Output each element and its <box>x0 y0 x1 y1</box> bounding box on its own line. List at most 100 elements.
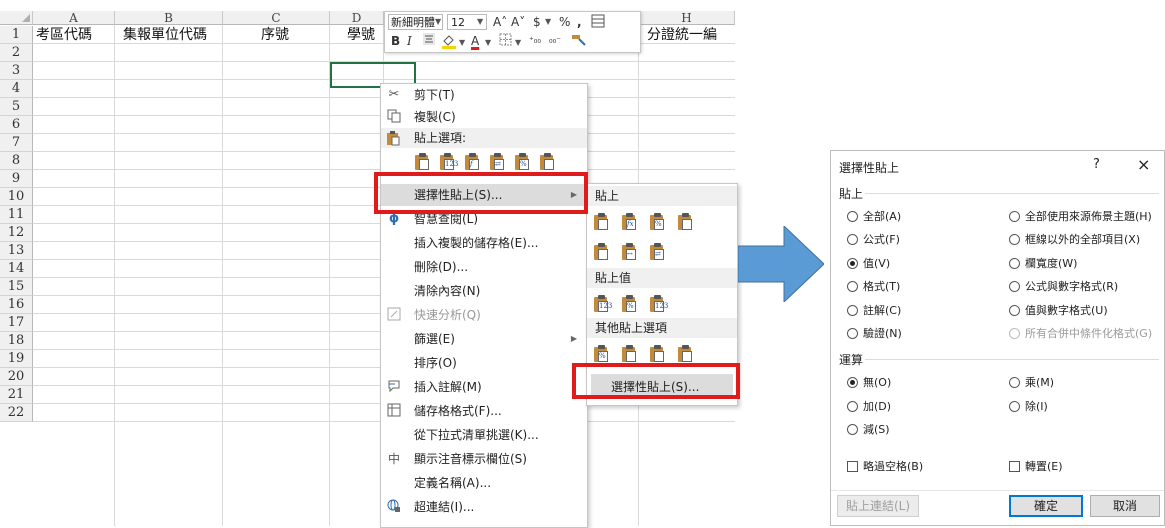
paste-formulas-icon[interactable]: f <box>464 152 480 170</box>
sub-values-source-format-icon[interactable]: 123 <box>649 294 668 312</box>
sub-paste-transpose-icon[interactable]: ⇄ <box>649 242 665 260</box>
cell-a1[interactable]: 考區代碼 <box>33 26 115 44</box>
row-header[interactable]: 4 <box>0 80 33 98</box>
menu-item-hyperlink[interactable]: 超連結(I)... <box>381 496 587 518</box>
bold-icon[interactable]: B <box>391 33 400 49</box>
sub-values-number-format-icon[interactable]: % <box>621 294 637 312</box>
italic-icon[interactable]: I <box>407 33 412 49</box>
menu-item-phonetic[interactable]: 中 顯示注音標示欄位(S) <box>381 448 587 470</box>
font-color-dropdown-icon[interactable]: ▼ <box>485 35 491 51</box>
border-dropdown-icon[interactable]: ▼ <box>515 35 521 51</box>
comma-icon[interactable]: , <box>577 14 582 30</box>
select-all-corner[interactable] <box>0 11 33 25</box>
paste-values-icon[interactable]: 123 <box>439 152 458 170</box>
grow-font-icon[interactable]: A˄ <box>493 14 507 30</box>
fill-color-icon[interactable] <box>441 33 457 53</box>
arrow-right-icon <box>738 226 824 302</box>
menu-item-clear[interactable]: 清除內容(N) <box>381 280 587 302</box>
format-painter-icon[interactable] <box>571 33 587 51</box>
row-header[interactable]: 18 <box>0 332 33 350</box>
row-header[interactable]: 12 <box>0 224 33 242</box>
menu-item-define-name[interactable]: 定義名稱(A)... <box>381 472 587 494</box>
dialog-title: 選擇性貼上 <box>839 161 900 175</box>
sub-picture-icon[interactable] <box>649 344 665 362</box>
row-header[interactable]: 7 <box>0 134 33 152</box>
row-header[interactable]: 17 <box>0 314 33 332</box>
menu-item-insert-comment[interactable]: 插入註解(M) <box>381 376 587 398</box>
currency-dropdown-icon[interactable]: ▼ <box>545 14 551 30</box>
menu-item-format-cells[interactable]: 儲存格格式(F)... <box>381 400 587 422</box>
row-header[interactable]: 1 <box>0 26 33 44</box>
row-header[interactable]: 3 <box>0 62 33 80</box>
align-center-icon[interactable] <box>423 33 435 49</box>
size-dropdown-icon[interactable]: ▼ <box>477 14 483 30</box>
menu-item-quick-analysis[interactable]: 快速分析(Q) <box>381 304 587 326</box>
column-gridline <box>114 25 115 526</box>
help-button[interactable]: ? <box>1093 157 1100 172</box>
fill-dropdown-icon[interactable]: ▼ <box>459 35 465 51</box>
paste-formatting-icon[interactable]: % <box>514 152 530 170</box>
format-table-icon[interactable] <box>591 14 605 32</box>
row-header[interactable]: 21 <box>0 386 33 404</box>
column-gridline <box>222 25 223 526</box>
shrink-font-icon[interactable]: A˅ <box>511 14 525 30</box>
row-header[interactable]: 16 <box>0 296 33 314</box>
cell-h1[interactable]: 分證統一編 <box>644 26 735 44</box>
paste-icon[interactable] <box>414 152 430 170</box>
column-header-d[interactable]: D <box>330 11 384 25</box>
border-icon[interactable] <box>499 33 512 50</box>
sub-paste-formulas-icon[interactable]: fx <box>621 212 637 230</box>
decrease-decimal-icon[interactable]: ₀₀⁻ <box>549 33 561 49</box>
row-header[interactable]: 22 <box>0 404 33 422</box>
paste-link-icon[interactable] <box>539 152 555 170</box>
menu-item-sort[interactable]: 排序(O) <box>381 352 587 374</box>
menu-item-cut[interactable]: ✂ 剪下(T) <box>381 84 587 106</box>
menu-item-copy[interactable]: 複製(C) <box>381 106 587 128</box>
paste-transpose-icon[interactable]: ⇄ <box>489 152 505 170</box>
sub-linked-picture-icon[interactable] <box>677 344 693 362</box>
sub-paste-source-format-icon[interactable] <box>677 212 693 230</box>
column-header-b[interactable]: B <box>115 11 223 25</box>
ok-button[interactable]: 確定 <box>1009 495 1083 517</box>
column-header-h[interactable]: H <box>639 11 735 25</box>
cancel-button[interactable]: 取消 <box>1090 495 1160 517</box>
row-header[interactable]: 10 <box>0 188 33 206</box>
row-header[interactable]: 13 <box>0 242 33 260</box>
column-header-a[interactable]: A <box>33 11 115 25</box>
font-dropdown-icon[interactable]: ▼ <box>435 14 441 30</box>
row-header[interactable]: 6 <box>0 116 33 134</box>
sub-paste-link-icon[interactable] <box>621 344 637 362</box>
sub-paste-icon[interactable] <box>593 212 609 230</box>
cell-b1[interactable]: 集報單位代碼 <box>115 26 223 44</box>
sub-paste-column-width-icon[interactable]: ↔ <box>621 242 637 260</box>
increase-decimal-icon[interactable]: ⁺₀₀ <box>529 33 541 49</box>
menu-item-filter[interactable]: 篩選(E) ▶ <box>381 328 587 350</box>
row-header[interactable]: 20 <box>0 368 33 386</box>
row-header[interactable]: 14 <box>0 260 33 278</box>
row-header[interactable]: 11 <box>0 206 33 224</box>
row-header[interactable]: 19 <box>0 350 33 368</box>
row-header[interactable]: 2 <box>0 44 33 62</box>
row-header[interactable]: 9 <box>0 170 33 188</box>
sub-formatting-icon[interactable]: % <box>593 344 609 362</box>
close-icon[interactable]: × <box>1137 155 1150 174</box>
submenu-paste-values-header: 貼上值 <box>587 268 737 288</box>
submenu-paste-header: 貼上 <box>587 186 737 206</box>
comment-icon <box>386 379 402 395</box>
row-header[interactable]: 15 <box>0 278 33 296</box>
cell-d1[interactable]: 學號 <box>344 26 384 44</box>
sub-paste-no-borders-icon[interactable] <box>593 242 609 260</box>
menu-item-insert-copied[interactable]: 插入複製的儲存格(E)... <box>381 232 587 254</box>
percent-icon[interactable]: % <box>559 14 570 30</box>
menu-item-pick-list[interactable]: 從下拉式清單挑選(K)... <box>381 424 587 446</box>
currency-icon[interactable]: $ <box>533 14 541 30</box>
row-header[interactable]: 5 <box>0 98 33 116</box>
column-header-c[interactable]: C <box>223 11 330 25</box>
font-color-icon[interactable]: A <box>471 33 479 49</box>
row-header[interactable]: 8 <box>0 152 33 170</box>
menu-item-delete[interactable]: 刪除(D)... <box>381 256 587 278</box>
sub-values-icon[interactable]: 123 <box>593 294 612 312</box>
cell-c1[interactable]: 序號 <box>223 26 330 44</box>
sub-paste-formula-format-icon[interactable]: % <box>649 212 665 230</box>
paste-link-button[interactable]: 貼上連結(L) <box>837 495 919 517</box>
